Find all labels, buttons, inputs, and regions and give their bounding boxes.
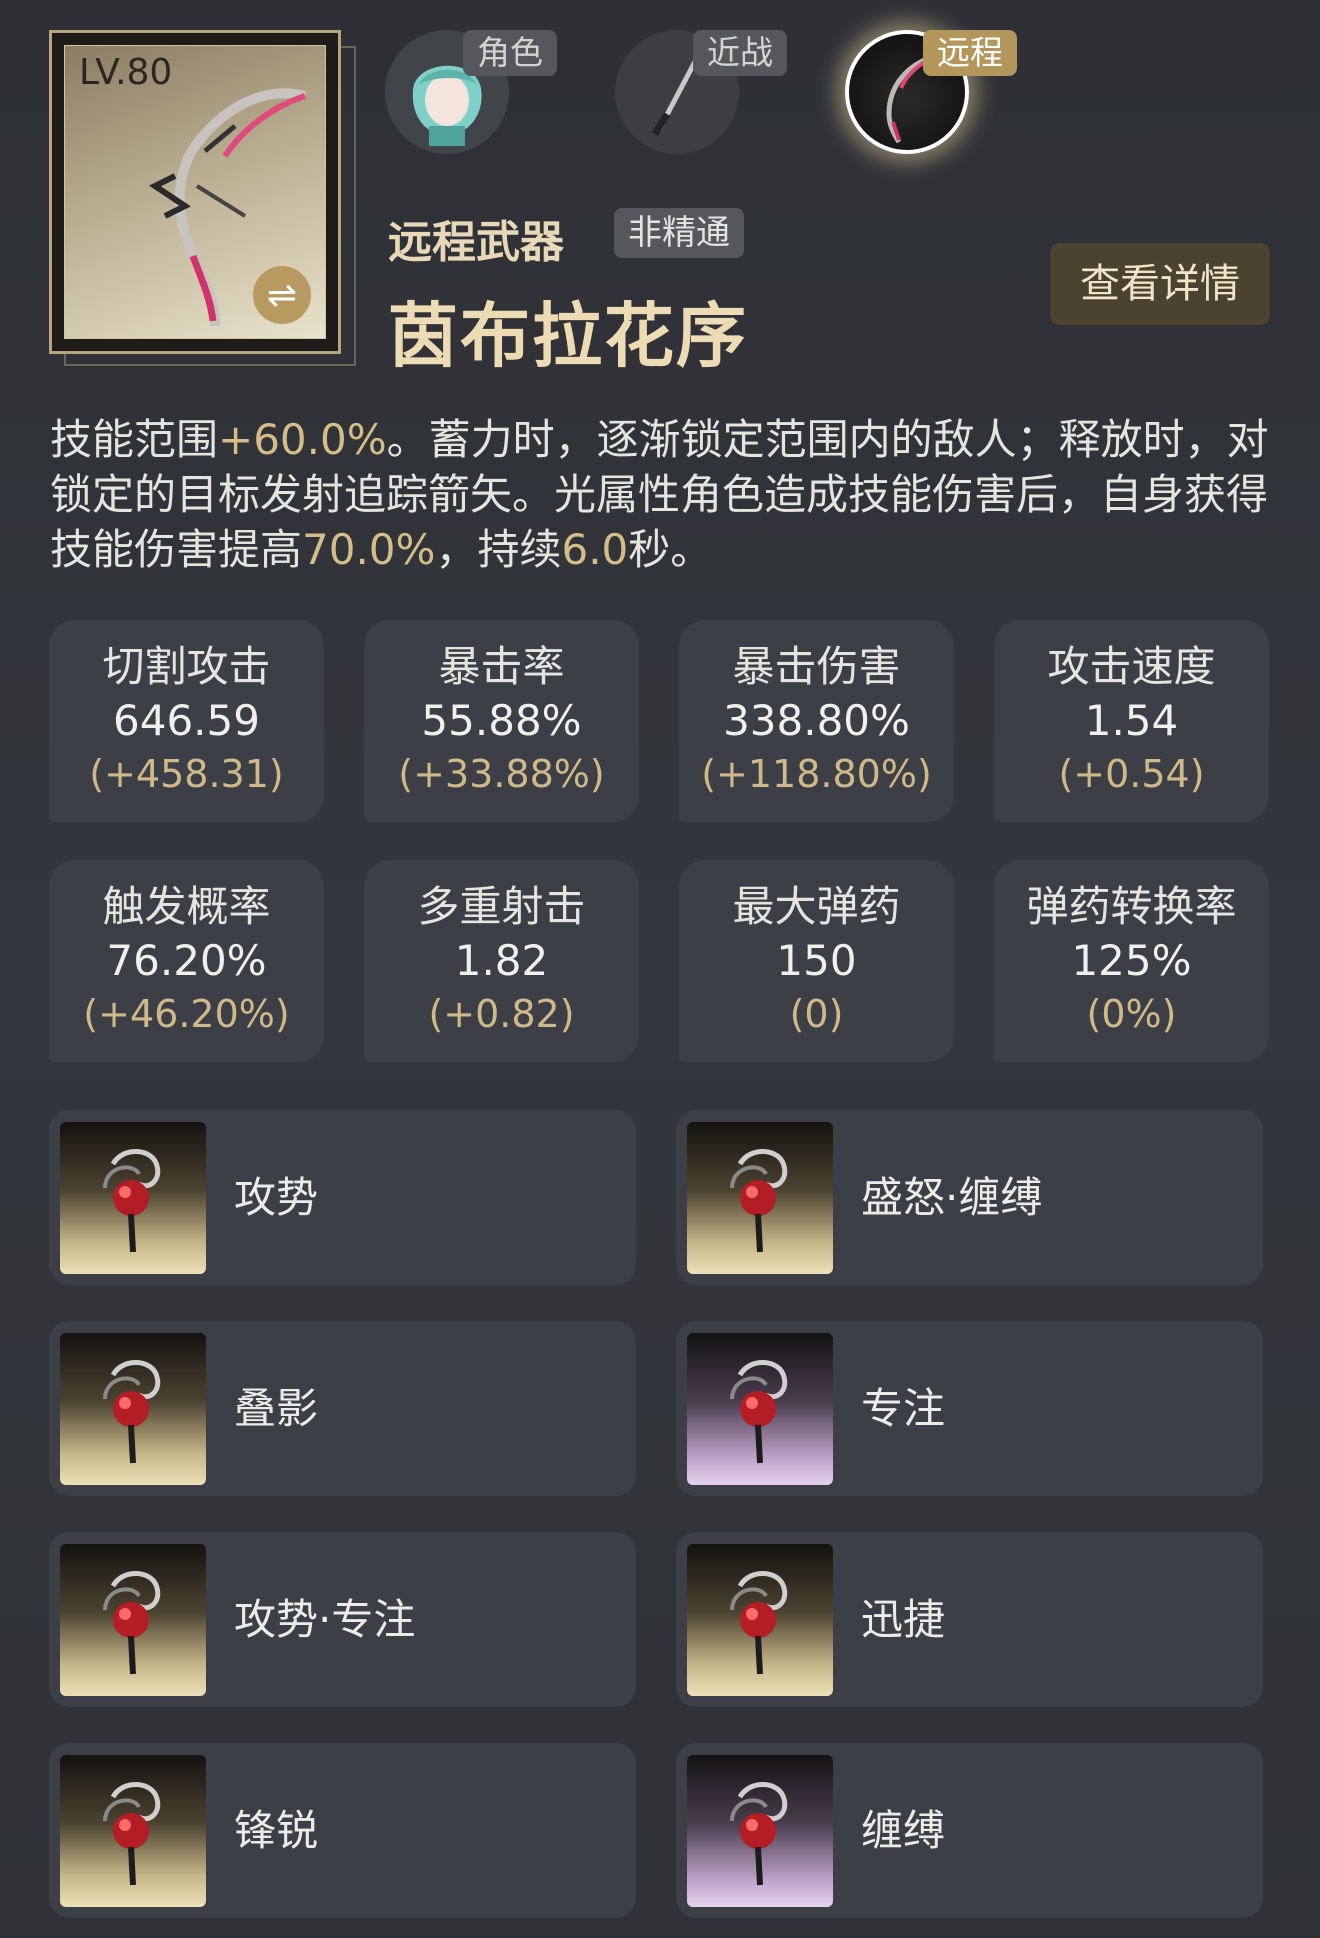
stat-name: 切割攻击 (102, 642, 271, 691)
skill-label: 叠影 (234, 1384, 319, 1433)
stat-value: 646.59 (113, 696, 260, 745)
skill-slot-7[interactable]: 锋锐 (49, 1743, 636, 1918)
tab-ranged-label: 远程 (923, 30, 1017, 76)
tab-melee-label: 近战 (693, 30, 787, 76)
stat-card: 弹药转换率 125% (0%) (994, 860, 1269, 1062)
skill-label: 专注 (861, 1384, 946, 1433)
stat-value: 1.54 (1084, 696, 1179, 745)
skill-slot-5[interactable]: 攻势·专注 (49, 1532, 636, 1707)
stat-card: 攻击速度 1.54 (+0.54) (994, 620, 1269, 822)
stat-value: 1.82 (454, 936, 549, 985)
desc-text-4: 秒。 (628, 525, 713, 574)
desc-text-1: 技能范围 (50, 415, 219, 464)
stat-bonus: (+33.88%) (398, 752, 605, 796)
gem-pendant-icon (60, 1544, 206, 1696)
stat-name: 触发概率 (102, 882, 271, 931)
stat-name: 弹药转换率 (1026, 882, 1237, 931)
gem-pendant-icon (687, 1755, 833, 1907)
tab-character[interactable]: 角色 (385, 30, 557, 154)
stat-card: 暴击伤害 338.80% (+118.80%) (679, 620, 954, 822)
skill-slot-2[interactable]: 盛怒·缠缚 (676, 1110, 1263, 1285)
stat-card: 暴击率 55.88% (+33.88%) (364, 620, 639, 822)
desc-highlight-duration: 6.0 (561, 525, 629, 574)
stat-card: 触发概率 76.20% (+46.20%) (49, 860, 324, 1062)
skill-label: 缠缚 (861, 1806, 946, 1855)
tab-ranged[interactable]: 远程 (845, 30, 1017, 154)
swap-arrows-icon[interactable]: ⇌ (253, 266, 311, 324)
stat-bonus: (0%) (1086, 992, 1177, 1036)
desc-highlight-damage: 70.0% (302, 525, 436, 574)
skill-slot-1[interactable]: 攻势 (49, 1110, 636, 1285)
weapon-type: 远程武器 (388, 217, 564, 268)
skill-slot-4[interactable]: 专注 (676, 1321, 1263, 1496)
weapon-description: 技能范围+60.0%。蓄力时，逐渐锁定范围内的敌人；释放时，对锁定的目标发射追踪… (50, 412, 1280, 577)
stat-card: 多重射击 1.82 (+0.82) (364, 860, 639, 1062)
weapon-name: 茵布拉花序 (388, 295, 748, 377)
skills-grid: 攻势 盛怒·缠缚 叠影 专注 攻势·专注 迅捷 锋锐 缠缚 (49, 1110, 1271, 1918)
stat-name: 暴击伤害 (732, 642, 901, 691)
stat-bonus: (+458.31) (89, 752, 284, 796)
stat-bonus: (+0.82) (428, 992, 575, 1036)
gem-pendant-icon (687, 1544, 833, 1696)
gem-pendant-icon (687, 1122, 833, 1274)
stat-value: 125% (1071, 936, 1192, 985)
skill-label: 迅捷 (861, 1595, 946, 1644)
stat-bonus: (0) (789, 992, 844, 1036)
skill-slot-6[interactable]: 迅捷 (676, 1532, 1263, 1707)
skill-label: 锋锐 (234, 1806, 319, 1855)
stat-card: 切割攻击 646.59 (+458.31) (49, 620, 324, 822)
weapon-card-art-area: LV.80 ⇌ (64, 45, 326, 339)
gem-pendant-icon (60, 1755, 206, 1907)
stat-value: 76.20% (106, 936, 267, 985)
skill-slot-3[interactable]: 叠影 (49, 1321, 636, 1496)
stat-name: 攻击速度 (1047, 642, 1216, 691)
stat-value: 338.80% (723, 696, 910, 745)
stat-bonus: (+0.54) (1058, 752, 1205, 796)
stat-name: 最大弹药 (732, 882, 901, 931)
tab-character-label: 角色 (463, 30, 557, 76)
weapon-card[interactable]: LV.80 ⇌ (49, 30, 341, 354)
mastery-badge: 非精通 (614, 208, 744, 258)
stat-bonus: (+118.80%) (701, 752, 932, 796)
stat-value: 150 (776, 936, 857, 985)
gem-pendant-icon (687, 1333, 833, 1485)
gem-pendant-icon (60, 1333, 206, 1485)
stat-name: 暴击率 (438, 642, 565, 691)
desc-text-3: ，持续 (435, 525, 562, 574)
view-details-button[interactable]: 查看详情 (1050, 243, 1270, 325)
tab-melee[interactable]: 近战 (615, 30, 787, 154)
skill-slot-8[interactable]: 缠缚 (676, 1743, 1263, 1918)
stats-grid: 切割攻击 646.59 (+458.31) 暴击率 55.88% (+33.88… (49, 620, 1271, 1062)
stat-value: 55.88% (421, 696, 582, 745)
skill-label: 攻势 (234, 1173, 319, 1222)
gem-pendant-icon (60, 1122, 206, 1274)
stat-name: 多重射击 (417, 882, 586, 931)
stat-card: 最大弹药 150 (0) (679, 860, 954, 1062)
desc-highlight-range: +60.0% (218, 415, 387, 464)
skill-label: 盛怒·缠缚 (861, 1173, 1043, 1222)
skill-label: 攻势·专注 (234, 1595, 416, 1644)
stat-bonus: (+46.20%) (83, 992, 290, 1036)
